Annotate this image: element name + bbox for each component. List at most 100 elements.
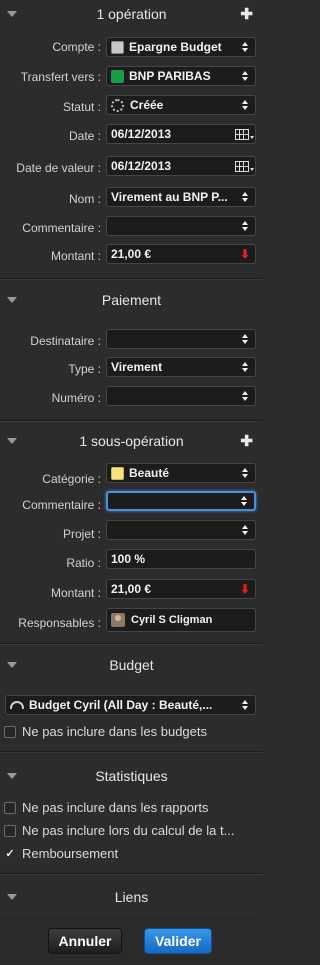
disclosure-triangle-icon[interactable] xyxy=(7,773,17,779)
destinataire-label: Destinataire : xyxy=(30,334,101,348)
projet-label: Projet : xyxy=(62,527,101,541)
exclude-calc-checkbox[interactable] xyxy=(4,824,16,837)
categorie-select[interactable]: Beauté xyxy=(106,463,256,483)
budget-select[interactable]: Budget Cyril (All Day : Beauté,... xyxy=(5,695,256,715)
paiement-section-header[interactable]: Paiement xyxy=(0,288,263,312)
calendar-icon[interactable] xyxy=(235,128,254,140)
budget-section-header[interactable]: Budget xyxy=(0,653,263,677)
spinner-icon xyxy=(111,98,124,112)
stepper-icon xyxy=(238,42,252,52)
date-label: Date : xyxy=(68,129,101,143)
nom-value: Virement au BNP P... xyxy=(111,190,228,204)
calendar-icon[interactable] xyxy=(235,160,254,172)
disclosure-triangle-icon[interactable] xyxy=(7,297,17,303)
stepper-icon xyxy=(238,192,252,202)
transfert-select[interactable]: BNP PARIBAS xyxy=(106,66,256,86)
stepper-icon xyxy=(238,391,252,401)
stepper-icon xyxy=(238,525,252,535)
statistiques-section-header[interactable]: Statistiques xyxy=(0,764,263,788)
compte-value: Epargne Budget xyxy=(129,40,222,54)
disclosure-triangle-icon[interactable] xyxy=(7,11,17,17)
nom-label: Nom : xyxy=(68,192,101,206)
exclude-budget-checkbox-row[interactable]: Ne pas inclure dans les budgets xyxy=(4,724,207,739)
section-divider xyxy=(0,751,263,753)
liens-header-title: Liens xyxy=(114,889,149,905)
date-valeur-field[interactable]: 06/12/2013 xyxy=(106,156,256,176)
numero-combo[interactable] xyxy=(106,386,256,406)
type-label: Type : xyxy=(68,362,101,376)
statut-label: Statut : xyxy=(62,100,101,114)
stepper-icon xyxy=(238,362,252,372)
sous-operation-header-title: 1 sous-opération xyxy=(79,433,184,449)
statistiques-header-title: Statistiques xyxy=(95,768,168,784)
stepper-icon xyxy=(238,700,252,710)
montant-field[interactable]: 21,00 € ⬇ xyxy=(106,244,256,264)
stat-checkbox-row[interactable]: Ne pas inclure lors du calcul de la t... xyxy=(4,823,234,838)
bnp-logo-icon xyxy=(111,69,124,83)
sub-montant-label: Montant : xyxy=(50,586,101,600)
exclude-calc-label: Ne pas inclure lors du calcul de la t... xyxy=(22,823,235,838)
sous-operation-section-header[interactable]: 1 sous-opération ✚ xyxy=(0,429,263,453)
commentaire-combo[interactable] xyxy=(106,216,256,236)
stepper-icon xyxy=(238,221,252,231)
responsables-token-field[interactable]: Cyril S Cligman xyxy=(106,608,256,632)
validate-button[interactable]: Valider xyxy=(144,928,212,954)
stat-checkbox-row[interactable]: ✓ Remboursement xyxy=(4,846,118,861)
disclosure-triangle-icon[interactable] xyxy=(7,894,17,900)
stepper-icon xyxy=(238,71,252,81)
stepper-icon xyxy=(237,496,251,506)
transfert-label: Transfert vers : xyxy=(20,70,101,84)
categorie-label: Catégorie : xyxy=(42,472,101,486)
remboursement-label: Remboursement xyxy=(22,846,119,861)
red-down-arrow-icon[interactable]: ⬇ xyxy=(240,582,250,596)
exclude-reports-checkbox[interactable] xyxy=(4,801,16,814)
exclude-budget-checkbox[interactable] xyxy=(4,725,16,738)
sub-commentaire-combo[interactable] xyxy=(106,491,256,511)
nom-combo[interactable]: Virement au BNP P... xyxy=(106,187,256,207)
budget-header-title: Budget xyxy=(109,657,154,673)
sub-montant-field[interactable]: 21,00 € ⬇ xyxy=(106,579,256,599)
ratio-label: Ratio : xyxy=(66,556,101,570)
remboursement-checkbox[interactable]: ✓ xyxy=(4,848,16,860)
liens-section-header[interactable]: Liens xyxy=(0,885,263,909)
section-divider xyxy=(0,643,263,645)
stat-checkbox-row[interactable]: Ne pas inclure dans les rapports xyxy=(4,800,208,815)
sub-montant-value: 21,00 € xyxy=(111,582,152,596)
red-down-arrow-icon[interactable]: ⬇ xyxy=(240,247,250,261)
date-field[interactable]: 06/12/2013 xyxy=(106,124,256,144)
date-valeur-label: Date de valeur : xyxy=(16,161,101,175)
destinataire-combo[interactable] xyxy=(106,329,256,349)
statut-value: Créée xyxy=(130,98,164,112)
ratio-value: 100 % xyxy=(111,552,146,566)
date-valeur-value: 06/12/2013 xyxy=(111,159,172,173)
projet-combo[interactable] xyxy=(106,520,256,540)
transfert-value: BNP PARIBAS xyxy=(129,69,211,83)
stepper-icon xyxy=(238,100,252,110)
avatar xyxy=(111,613,125,627)
add-operation-icon[interactable]: ✚ xyxy=(240,5,253,23)
numero-label: Numéro : xyxy=(51,391,101,405)
exclude-reports-label: Ne pas inclure dans les rapports xyxy=(22,800,209,815)
disclosure-triangle-icon[interactable] xyxy=(7,438,17,444)
footer-bar xyxy=(0,915,263,965)
paiement-header-title: Paiement xyxy=(101,292,162,308)
date-value: 06/12/2013 xyxy=(111,127,172,141)
operation-section-header[interactable]: 1 opération ✚ xyxy=(0,2,263,26)
ratio-field[interactable]: 100 % xyxy=(106,549,256,569)
cancel-button[interactable]: Annuler xyxy=(48,928,122,954)
compte-select[interactable]: Epargne Budget xyxy=(106,37,256,57)
statut-select[interactable]: Créée xyxy=(106,95,256,115)
disclosure-triangle-icon[interactable] xyxy=(7,662,17,668)
montant-value: 21,00 € xyxy=(111,247,152,261)
montant-label: Montant : xyxy=(50,249,101,263)
type-select[interactable]: Virement xyxy=(106,357,256,377)
stepper-icon xyxy=(238,334,252,344)
responsable-token[interactable]: Cyril S Cligman xyxy=(131,614,255,626)
section-divider xyxy=(0,873,263,875)
section-divider xyxy=(0,278,263,280)
budget-value: Budget Cyril (All Day : Beauté,... xyxy=(29,698,213,712)
gauge-icon xyxy=(10,701,24,709)
exclude-budget-label: Ne pas inclure dans les budgets xyxy=(22,724,208,739)
add-sub-operation-icon[interactable]: ✚ xyxy=(240,432,253,450)
commentaire-label: Commentaire : xyxy=(22,221,101,235)
